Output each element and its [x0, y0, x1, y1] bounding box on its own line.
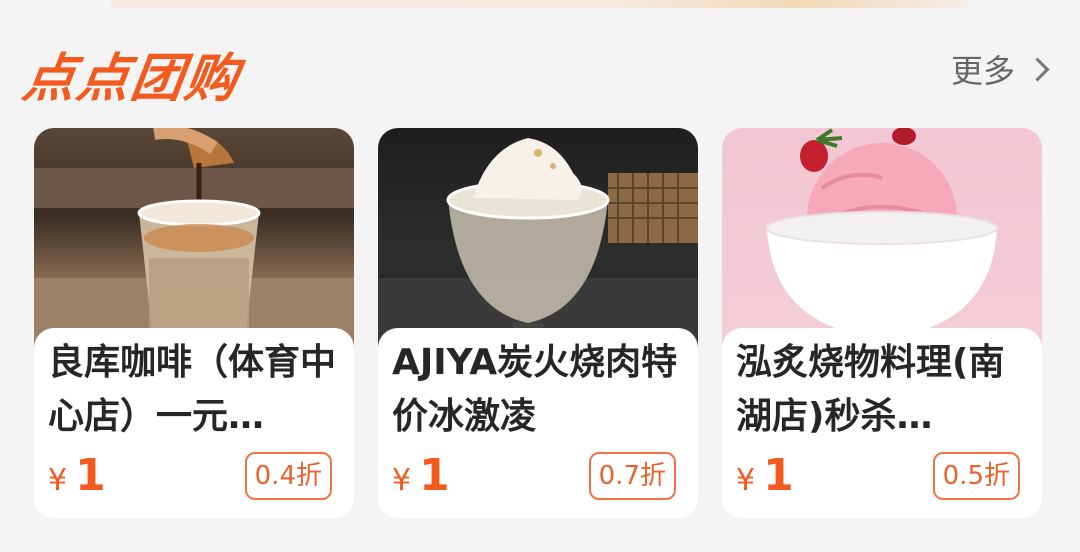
discount-badge: 0.4折: [244, 452, 332, 500]
soft-serve-illustration: [378, 138, 698, 348]
currency-symbol: ¥: [392, 463, 412, 498]
more-link[interactable]: 更多: [950, 46, 1050, 92]
deal-info: AJIYA炭火烧肉特价冰激凌 ¥ 1 0.7折: [378, 328, 698, 518]
deal-card[interactable]: 良库咖啡（体育中心店）一元… ¥ 1 0.4折: [34, 128, 354, 518]
deal-price: ¥ 1: [736, 450, 794, 501]
section-header: 点点团购 更多: [0, 28, 1080, 109]
price-value: 1: [763, 450, 794, 501]
more-label: 更多: [950, 52, 1015, 90]
soft-serve-image: [378, 128, 698, 348]
deal-info: 泓炙烧物料理(南湖店)秒杀… ¥ 1 0.5折: [722, 328, 1042, 518]
discount-badge: 0.5折: [932, 452, 1020, 500]
iced-coffee-illustration: [34, 128, 354, 348]
strawberry-ice-cream-image: [722, 128, 1042, 348]
currency-symbol: ¥: [736, 463, 756, 498]
deal-name: 泓炙烧物料理(南湖店)秒杀…: [736, 342, 1005, 437]
deal-card[interactable]: 泓炙烧物料理(南湖店)秒杀… ¥ 1 0.5折: [722, 128, 1042, 518]
deal-price: ¥ 1: [48, 450, 106, 501]
discount-badge: 0.7折: [588, 452, 676, 500]
deal-card[interactable]: AJIYA炭火烧肉特价冰激凌 ¥ 1 0.7折: [378, 128, 698, 518]
price-value: 1: [419, 450, 450, 501]
section-title: 点点团购: [19, 49, 244, 109]
strawberry-ice-cream-illustration: [766, 128, 998, 338]
deal-name: 良库咖啡（体育中心店）一元…: [48, 342, 337, 437]
top-banner-edge: [110, 0, 970, 8]
deal-info: 良库咖啡（体育中心店）一元… ¥ 1 0.4折: [34, 328, 354, 518]
chevron-right-icon: [1025, 56, 1050, 82]
deal-name: AJIYA炭火烧肉特价冰激凌: [392, 342, 678, 437]
iced-coffee-image: [34, 128, 354, 348]
price-value: 1: [75, 450, 106, 501]
currency-symbol: ¥: [48, 463, 68, 498]
deal-price: ¥ 1: [392, 450, 450, 501]
